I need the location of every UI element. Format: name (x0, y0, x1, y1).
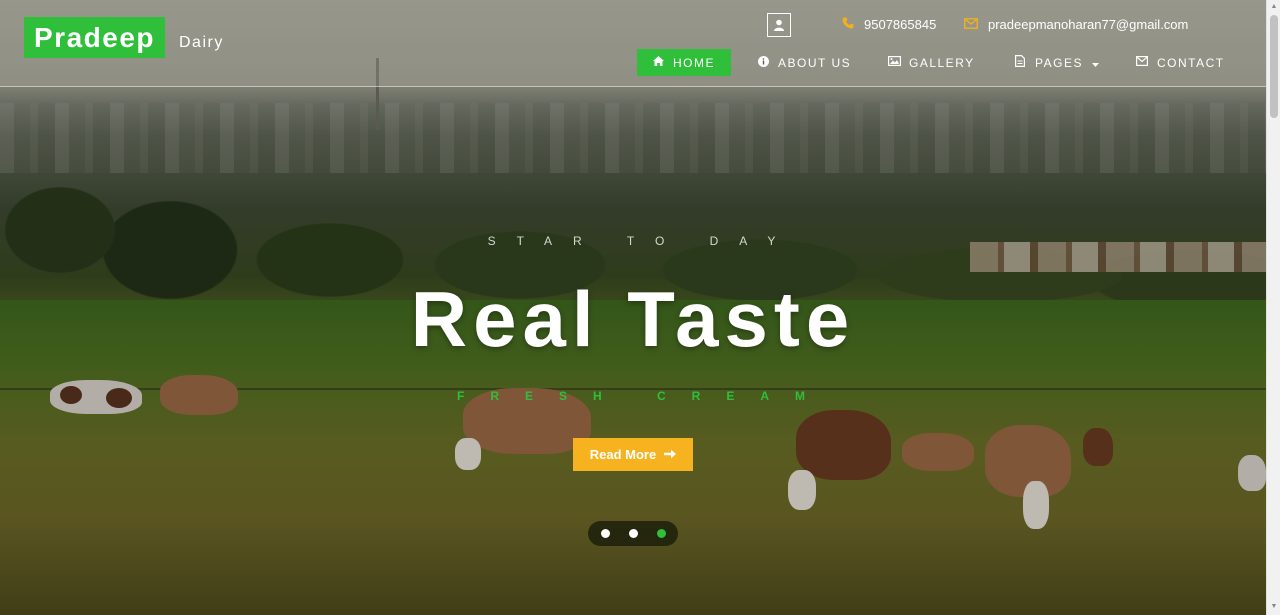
file-icon (1014, 55, 1026, 70)
envelope-icon (964, 17, 978, 32)
hero-headline: Real Taste (410, 275, 856, 363)
nav-pages[interactable]: PAGES (998, 49, 1115, 76)
scroll-up-icon[interactable]: ▲ (1270, 3, 1278, 11)
email-address: pradeepmanoharan77@gmail.com (988, 17, 1189, 32)
nav-contact-label: CONTACT (1157, 55, 1225, 70)
slider-pagination (588, 521, 678, 546)
nav-gallery[interactable]: GALLERY (872, 49, 991, 76)
scroll-down-icon[interactable]: ▼ (1270, 603, 1278, 611)
caret-down-icon (1091, 56, 1099, 70)
read-more-label: Read More (589, 447, 657, 462)
logo[interactable]: Pradeep (24, 17, 165, 58)
slide-dot-3[interactable] (656, 529, 666, 538)
nav-about-label: ABOUT US (778, 55, 852, 70)
user-account-button[interactable] (767, 13, 791, 37)
hero-tagline: FRESH CREAM (456, 389, 831, 403)
info-icon (757, 55, 769, 70)
arrow-right-icon (664, 447, 677, 462)
phone-icon (842, 17, 854, 32)
user-icon (774, 19, 784, 31)
image-icon (888, 56, 902, 69)
nav-about-us[interactable]: ABOUT US (741, 49, 867, 76)
slide-dot-1[interactable] (600, 529, 610, 538)
envelope-icon (1136, 56, 1149, 69)
nav-home-label: HOME (673, 55, 715, 70)
header-email[interactable]: pradeepmanoharan77@gmail.com (964, 17, 1188, 32)
home-icon (653, 56, 664, 69)
header-phone[interactable]: 9507865845 (842, 17, 936, 32)
nav-home[interactable]: HOME (637, 49, 731, 76)
slide-dot-2[interactable] (628, 529, 638, 538)
hero-kicker: STAR TO DAY (487, 234, 797, 248)
nav-pages-label: PAGES (1035, 55, 1083, 70)
logo-suffix: Dairy (179, 34, 224, 51)
nav-gallery-label: GALLERY (909, 55, 975, 70)
read-more-button[interactable]: Read More (573, 438, 693, 471)
page-scrollbar[interactable]: ▲ ▼ (1266, 0, 1280, 615)
nav-contact[interactable]: CONTACT (1120, 49, 1241, 76)
phone-number: 9507865845 (864, 17, 937, 32)
scroll-thumb[interactable] (1270, 15, 1278, 118)
